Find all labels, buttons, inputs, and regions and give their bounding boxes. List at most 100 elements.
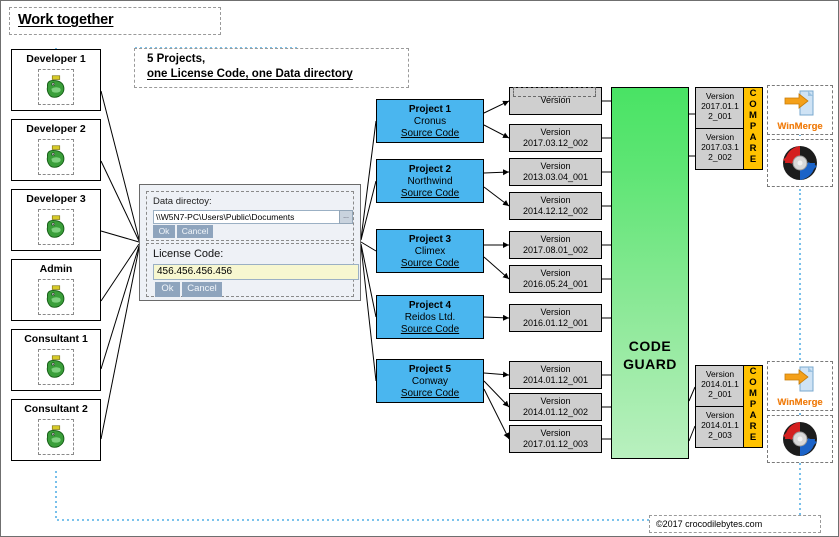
page-title: Work together bbox=[18, 12, 114, 28]
compare-letter: M bbox=[749, 388, 757, 399]
tool-winmerge-2[interactable]: WinMerge bbox=[767, 361, 833, 411]
actor-developer-1[interactable]: Developer 1 bbox=[11, 49, 101, 111]
data-directory-ok-button[interactable]: Ok bbox=[153, 225, 175, 238]
tool-label: WinMerge bbox=[777, 121, 823, 132]
actor-admin[interactable]: Admin bbox=[11, 259, 101, 321]
version-label: Version bbox=[540, 234, 571, 244]
compare-version-box[interactable]: Version 2017.01.1 2_001 bbox=[695, 87, 745, 129]
project-box-3[interactable]: Project 3 Climex Source Code bbox=[376, 229, 484, 273]
project-client: Northwind bbox=[407, 176, 453, 187]
compare-letter: E bbox=[749, 154, 757, 165]
crocodile-glyph bbox=[46, 355, 65, 378]
browse-button[interactable]: ... bbox=[339, 210, 353, 224]
version-label: Version bbox=[540, 268, 571, 278]
compare-letter: R bbox=[749, 143, 757, 154]
project-box-1[interactable]: Project 1 Cronus Source Code bbox=[376, 99, 484, 143]
note-line-2: one License Code, one Data directory bbox=[147, 68, 353, 80]
compare-letter: C bbox=[749, 88, 757, 99]
version-id-line-2: 2_001 bbox=[708, 389, 732, 399]
version-id: 2014.12.12_002 bbox=[522, 206, 589, 216]
version-id: 2014.01.12_002 bbox=[522, 407, 589, 417]
actor-label: Consultant 2 bbox=[24, 403, 88, 415]
actor-developer-3[interactable]: Developer 3 bbox=[11, 189, 101, 251]
project-box-5[interactable]: Project 5 Conway Source Code bbox=[376, 359, 484, 403]
project-box-4[interactable]: Project 4 Reidos Ltd. Source Code bbox=[376, 295, 484, 339]
version-id-line-2: 2_002 bbox=[708, 152, 732, 162]
crocodile-glyph bbox=[46, 145, 65, 168]
project-client: Reidos Ltd. bbox=[404, 312, 456, 323]
code-guard-box[interactable]: CODE GUARD bbox=[611, 87, 689, 459]
note-line-1: 5 Projects, bbox=[147, 53, 206, 65]
version-box-5[interactable]: Version 2017.08.01_002 bbox=[509, 231, 602, 259]
project-client: Conway bbox=[411, 376, 449, 387]
crocodile-glyph bbox=[46, 215, 65, 238]
actor-label: Developer 1 bbox=[26, 53, 86, 65]
compare-version-box[interactable]: Version 2014.01.1 2_003 bbox=[695, 406, 745, 448]
version-id: 2016.05.24_001 bbox=[522, 279, 589, 289]
version-label: Version bbox=[705, 91, 735, 101]
version-label: Version bbox=[705, 132, 735, 142]
version-box-4[interactable]: Version 2014.12.12_002 bbox=[509, 192, 602, 220]
project-box-2[interactable]: Project 2 Northwind Source Code bbox=[376, 159, 484, 203]
compare-version-box[interactable]: Version 2014.01.1 2_001 bbox=[695, 365, 745, 407]
version-id-line-2: 2_003 bbox=[708, 430, 732, 440]
data-directory-section: Data directoy: \\W5N7-PC\Users\Public\Do… bbox=[146, 191, 354, 241]
version-box-6[interactable]: Version 2016.05.24_001 bbox=[509, 265, 602, 293]
license-code-input[interactable]: 456.456.456.456 bbox=[153, 264, 359, 280]
version-box-3[interactable]: Version 2013.03.04_001 bbox=[509, 158, 602, 186]
compare-letter: C bbox=[749, 366, 757, 377]
actor-label: Consultant 1 bbox=[24, 333, 88, 345]
version-id: 2017.01.12_003 bbox=[522, 439, 589, 449]
crocodile-glyph bbox=[46, 285, 65, 308]
license-code-ok-button[interactable]: Ok bbox=[155, 282, 180, 297]
winmerge-icon bbox=[784, 90, 814, 116]
data-directory-cancel-button[interactable]: Cancel bbox=[177, 225, 213, 238]
crocodile-icon bbox=[38, 69, 74, 105]
crocodile-icon bbox=[38, 209, 74, 245]
compare-bar[interactable]: C O M P A R E bbox=[743, 87, 763, 170]
code-guard-line-1: CODE bbox=[628, 338, 672, 354]
actor-consultant-2[interactable]: Consultant 2 bbox=[11, 399, 101, 461]
copyright-text: ©2017 crocodilebytes.com bbox=[656, 519, 763, 529]
version-box-8[interactable]: Version 2014.01.12_001 bbox=[509, 361, 602, 389]
project-name: Project 5 bbox=[408, 364, 452, 375]
winmerge-icon bbox=[784, 366, 814, 392]
version-id-line-1: 2017.03.1 bbox=[701, 142, 739, 152]
project-name: Project 2 bbox=[408, 164, 452, 175]
version-label: Version bbox=[540, 127, 571, 137]
data-directory-input[interactable]: \\W5N7-PC\Users\Public\Documents bbox=[153, 210, 340, 224]
version-box-10[interactable]: Version 2017.01.12_003 bbox=[509, 425, 602, 453]
tool-label: WinMerge bbox=[777, 397, 823, 408]
version-id-line-1: 2017.01.1 bbox=[701, 101, 739, 111]
note-box: 5 Projects, one License Code, one Data d… bbox=[134, 48, 409, 88]
version-label: Version bbox=[705, 369, 735, 379]
version-id-line-2: 2_001 bbox=[708, 111, 732, 121]
actor-developer-2[interactable]: Developer 2 bbox=[11, 119, 101, 181]
license-code-label: License Code: bbox=[153, 248, 224, 260]
crocodile-glyph bbox=[46, 425, 65, 448]
compare-bar[interactable]: C O M P A R E bbox=[743, 365, 763, 448]
crocodile-icon bbox=[38, 279, 74, 315]
version-box-2[interactable]: Version 2017.03.12_002 bbox=[509, 124, 602, 152]
version-id: 2017.08.01_002 bbox=[522, 245, 589, 255]
tool-beyondcompare-2[interactable] bbox=[767, 415, 833, 463]
compare-version-box[interactable]: Version 2017.03.1 2_002 bbox=[695, 128, 745, 170]
license-code-cancel-button[interactable]: Cancel bbox=[182, 282, 222, 297]
version-label: Version bbox=[540, 396, 571, 406]
data-directory-label: Data directoy: bbox=[153, 196, 212, 207]
version-label: Version bbox=[540, 428, 571, 438]
crocodile-icon bbox=[38, 349, 74, 385]
actor-label: Developer 2 bbox=[26, 123, 86, 135]
project-kind: Source Code bbox=[400, 388, 460, 399]
version-label: Version bbox=[540, 307, 571, 317]
actor-consultant-1[interactable]: Consultant 1 bbox=[11, 329, 101, 391]
compare-letter: P bbox=[749, 399, 757, 410]
project-name: Project 4 bbox=[408, 300, 452, 311]
tool-winmerge-1[interactable]: WinMerge bbox=[767, 85, 833, 135]
version-box-7[interactable]: Version 2016.01.12_001 bbox=[509, 304, 602, 332]
tool-beyondcompare-1[interactable] bbox=[767, 139, 833, 187]
compare-group-1: Version 2017.01.1 2_001 Version 2017.03.… bbox=[695, 87, 763, 170]
project-name: Project 1 bbox=[408, 104, 452, 115]
version-box-9[interactable]: Version 2014.01.12_002 bbox=[509, 393, 602, 421]
compare-letter: O bbox=[749, 99, 757, 110]
